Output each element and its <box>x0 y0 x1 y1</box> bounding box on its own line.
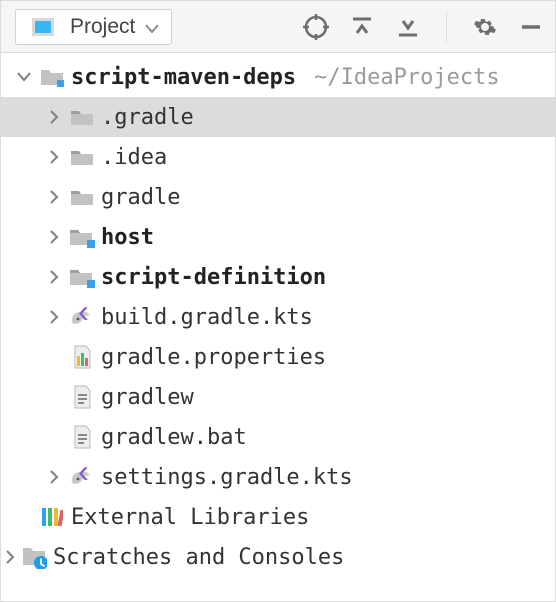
scratches-label: Scratches and Consoles <box>51 545 344 570</box>
chevron-right-icon[interactable] <box>41 190 67 204</box>
toolbar-actions <box>302 12 545 42</box>
tree-item[interactable]: build.gradle.kts <box>1 297 555 337</box>
scratches-icon <box>19 545 49 569</box>
chevron-down-icon[interactable] <box>11 72 37 82</box>
tree-item[interactable]: gradlew <box>1 377 555 417</box>
chevron-right-icon[interactable] <box>41 230 67 244</box>
module-folder-icon <box>37 67 67 87</box>
tree-item-label: gradle.properties <box>99 345 326 370</box>
scratches-and-consoles[interactable]: Scratches and Consoles <box>1 537 555 577</box>
module-icon <box>67 266 97 288</box>
chevron-right-icon[interactable] <box>41 150 67 164</box>
tree-item-label: .gradle <box>99 105 194 130</box>
gradle-kts-icon <box>67 466 97 488</box>
project-tree: script-maven-deps ~/IdeaProjects .gradle… <box>1 53 555 577</box>
tree-item[interactable]: host <box>1 217 555 257</box>
tree-item-label: host <box>99 225 154 250</box>
chevron-right-icon[interactable] <box>41 470 67 484</box>
tree-item-label: gradlew.bat <box>99 425 247 450</box>
folder-icon <box>67 147 97 167</box>
collapse-all-icon[interactable] <box>394 13 422 41</box>
minimize-icon[interactable] <box>517 13 545 41</box>
folder-icon <box>67 187 97 207</box>
tree-item-label: gradle <box>99 185 180 210</box>
gear-icon[interactable] <box>471 13 499 41</box>
gradle-kts-icon <box>67 306 97 328</box>
tree-item[interactable]: gradlew.bat <box>1 417 555 457</box>
project-view-selector[interactable]: Project <box>15 9 172 45</box>
tree-item-label: build.gradle.kts <box>99 305 313 330</box>
toolbar-separator <box>446 12 447 42</box>
folder-icon <box>67 107 97 127</box>
textfile-icon <box>67 385 97 409</box>
tree-item[interactable]: gradle.properties <box>1 337 555 377</box>
project-icon <box>28 18 58 36</box>
tree-item-label: gradlew <box>99 385 194 410</box>
chevron-right-icon[interactable] <box>1 550 19 564</box>
external-libraries[interactable]: External Libraries <box>1 497 555 537</box>
tree-item[interactable]: settings.gradle.kts <box>1 457 555 497</box>
dropdown-icon <box>145 15 159 39</box>
chevron-right-icon[interactable] <box>41 310 67 324</box>
module-icon <box>67 226 97 248</box>
project-view-label: Project <box>70 15 135 39</box>
libraries-icon <box>37 506 67 528</box>
textfile-icon <box>67 425 97 449</box>
tree-item[interactable]: script-definition <box>1 257 555 297</box>
chevron-right-icon[interactable] <box>41 110 67 124</box>
tree-item[interactable]: .idea <box>1 137 555 177</box>
tree-item[interactable]: .gradle <box>1 97 555 137</box>
tree-item-label: settings.gradle.kts <box>99 465 353 490</box>
root-path: ~/IdeaProjects <box>296 65 499 90</box>
expand-all-icon[interactable] <box>348 13 376 41</box>
chevron-right-icon[interactable] <box>41 270 67 284</box>
external-libraries-label: External Libraries <box>69 505 309 530</box>
root-label: script-maven-deps <box>69 65 296 90</box>
project-toolbar: Project <box>1 1 555 53</box>
tree-item-label: .idea <box>99 145 167 170</box>
tree-item-label: script-definition <box>99 265 326 290</box>
properties-icon <box>67 345 97 369</box>
tree-item[interactable]: gradle <box>1 177 555 217</box>
tree-root[interactable]: script-maven-deps ~/IdeaProjects <box>1 57 555 97</box>
locate-icon[interactable] <box>302 13 330 41</box>
